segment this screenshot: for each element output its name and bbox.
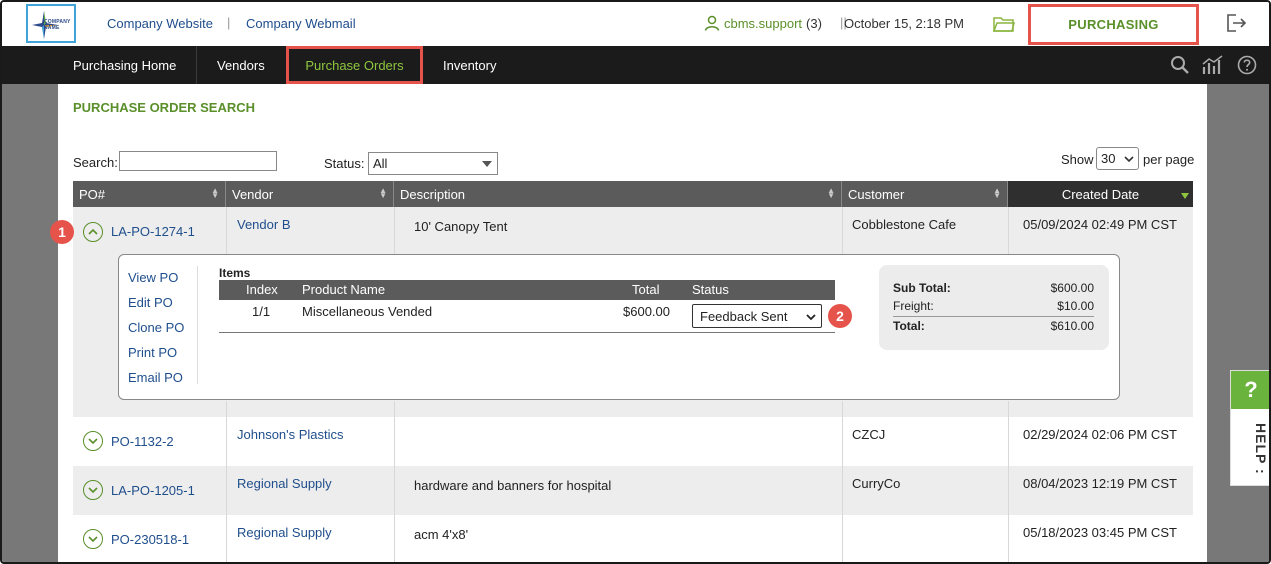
- search-icon[interactable]: [1170, 55, 1190, 78]
- help-tab[interactable]: ? HELP :: [1230, 370, 1269, 486]
- expand-row-icon[interactable]: [83, 480, 103, 500]
- column-description[interactable]: Description ▲ ▼: [394, 181, 842, 207]
- summary-divider: [893, 316, 1094, 317]
- search-input[interactable]: [119, 151, 277, 171]
- items-col-status: Status: [692, 282, 729, 297]
- main-nav: Purchasing Home Vendors Purchase Orders …: [2, 46, 1269, 84]
- items-col-total: Total: [632, 282, 660, 297]
- email-po-link[interactable]: Email PO: [128, 370, 183, 385]
- table-row[interactable]: LA-PO-1205-1 Regional Supply hardware an…: [73, 466, 1193, 515]
- search-label: Search:: [73, 155, 118, 170]
- nav-purchasing-home[interactable]: Purchasing Home: [73, 46, 176, 84]
- view-po-link[interactable]: View PO: [128, 270, 178, 285]
- user-menu[interactable]: cbms.support (3): [704, 15, 822, 31]
- show-label: Show: [1061, 152, 1094, 167]
- clone-po-link[interactable]: Clone PO: [128, 320, 184, 335]
- table-row[interactable]: PO-1132-2 Johnson's Plastics CZCJ 02/29/…: [73, 417, 1193, 466]
- username: cbms.support: [724, 15, 803, 31]
- item-index: 1/1: [252, 304, 271, 319]
- status-filter-select[interactable]: All: [368, 152, 498, 175]
- sort-icon: ▲ ▼: [993, 186, 1001, 200]
- dropdown-arrow-icon: [482, 161, 492, 167]
- status-filter-value: All: [373, 156, 388, 171]
- nav-divider: [196, 46, 197, 84]
- chevron-down-icon: [806, 314, 816, 321]
- page-size-select[interactable]: 30: [1096, 147, 1139, 170]
- order-summary: Sub Total: $600.00 Freight: $10.00 Total…: [879, 265, 1109, 350]
- actions-divider: [197, 266, 198, 384]
- per-page-label: per page: [1143, 152, 1195, 167]
- sort-icon: ▲ ▼: [379, 186, 387, 200]
- item-status-value: Feedback Sent: [700, 308, 788, 324]
- company-website-link[interactable]: Company Website: [107, 16, 213, 31]
- help-label: HELP :: [1253, 423, 1269, 475]
- logout-icon[interactable]: [1226, 13, 1248, 36]
- callout-badge-1: 1: [50, 220, 74, 244]
- user-icon: [704, 15, 720, 31]
- status-label: Status:: [324, 156, 365, 171]
- freight-label: Freight:: [893, 299, 934, 313]
- items-divider: [219, 332, 835, 333]
- company-webmail-link[interactable]: Company Webmail: [246, 16, 356, 31]
- nav-vendors[interactable]: Vendors: [217, 46, 265, 84]
- total-label: Total:: [893, 319, 925, 333]
- help-circle-icon[interactable]: [1237, 55, 1257, 78]
- item-total: $600.00: [623, 304, 670, 319]
- app-window: COMPANY NAME Company Website | Company W…: [0, 0, 1271, 564]
- expand-row-icon[interactable]: [83, 431, 103, 451]
- items-col-product: Product Name: [302, 282, 386, 297]
- items-title: Items: [219, 266, 251, 280]
- page-size-value: 30: [1101, 151, 1116, 166]
- current-datetime: October 15, 2:18 PM: [844, 16, 964, 31]
- item-product: Miscellaneous Vended: [302, 304, 433, 319]
- sort-icon: ▲ ▼: [211, 186, 219, 200]
- column-vendor[interactable]: Vendor ▲ ▼: [226, 181, 394, 207]
- callout-badge-2: 2: [828, 304, 852, 328]
- column-created-date[interactable]: Created Date: [1008, 181, 1193, 207]
- print-po-link[interactable]: Print PO: [128, 345, 177, 360]
- page-title: PURCHASE ORDER SEARCH: [73, 100, 256, 115]
- logo-text: COMPANY NAME: [44, 19, 71, 31]
- column-po[interactable]: PO# ▲ ▼: [73, 181, 226, 207]
- top-bar: COMPANY NAME Company Website | Company W…: [2, 2, 1269, 46]
- expand-row-icon[interactable]: [83, 529, 103, 549]
- user-count: (3): [806, 15, 822, 31]
- sort-desc-icon: [1181, 193, 1189, 199]
- folder-icon[interactable]: [992, 15, 1015, 36]
- company-logo[interactable]: COMPANY NAME: [26, 4, 76, 43]
- table-row[interactable]: PO-230518-1 Regional Supply acm 4'x8' 05…: [73, 515, 1193, 562]
- item-status-select[interactable]: Feedback Sent: [692, 304, 822, 328]
- reports-chart-icon[interactable]: [1201, 55, 1225, 78]
- description-cell: acm 4'x8': [414, 527, 469, 542]
- table-header: PO# ▲ ▼ Vendor ▲ ▼ Description ▲ ▼ Customer…: [73, 181, 1193, 207]
- subtotal-value: $600.00: [1050, 281, 1094, 295]
- nav-purchase-orders[interactable]: Purchase Orders: [286, 46, 423, 84]
- total-value: $610.00: [1050, 319, 1094, 333]
- sort-icon: ▲ ▼: [827, 186, 835, 200]
- help-question-icon: ?: [1231, 371, 1269, 409]
- column-customer[interactable]: Customer ▲ ▼: [842, 181, 1008, 207]
- items-table-header: Index Product Name Total Status: [219, 280, 835, 300]
- freight-value: $10.00: [1057, 299, 1094, 313]
- nav-inventory[interactable]: Inventory: [443, 46, 496, 84]
- created-date-cell: 05/18/2023 03:45 PM CST: [1023, 525, 1177, 540]
- items-col-index: Index: [246, 282, 278, 297]
- subtotal-label: Sub Total:: [893, 281, 951, 295]
- vendor-link[interactable]: Regional Supply: [237, 525, 332, 562]
- purchasing-module-button[interactable]: PURCHASING: [1028, 4, 1199, 45]
- collapse-row-icon[interactable]: [83, 222, 103, 242]
- chevron-down-icon: [1124, 156, 1134, 163]
- link-separator: |: [227, 15, 231, 30]
- po-number-link[interactable]: PO-230518-1: [111, 532, 189, 562]
- edit-po-link[interactable]: Edit PO: [128, 295, 173, 310]
